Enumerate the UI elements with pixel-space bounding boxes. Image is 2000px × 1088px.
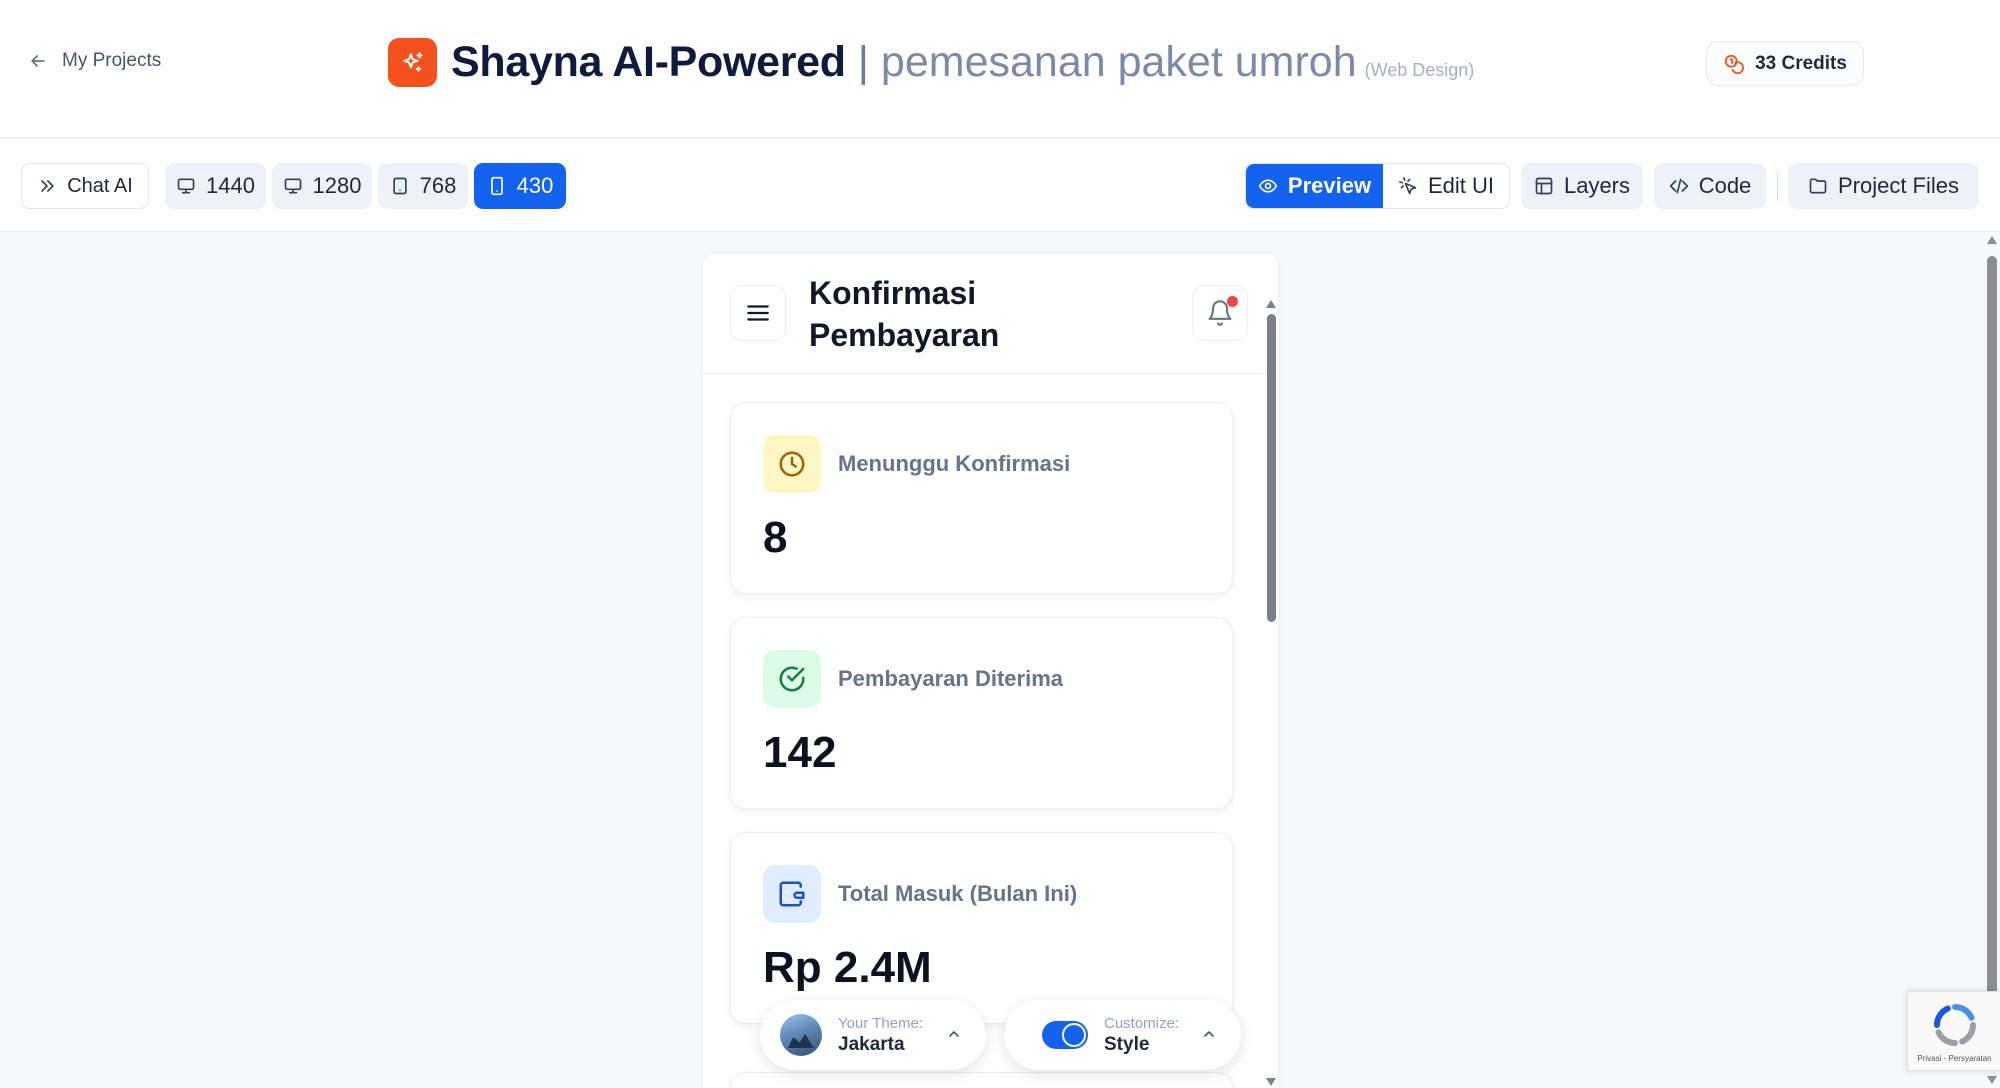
preview-button[interactable]: Preview <box>1246 164 1383 208</box>
theme-picker[interactable]: Your Theme: Jakarta <box>760 1000 986 1070</box>
folder-icon <box>1809 178 1827 194</box>
stat-label: Menunggu Konfirmasi <box>838 451 1071 476</box>
preview-page-title: Konfirmasi Pembayaran <box>809 275 1000 353</box>
app-title: Shayna AI-Powered <box>451 38 846 86</box>
preview-label: Preview <box>1287 173 1372 198</box>
style-picker[interactable]: Customize: Style <box>1004 1000 1241 1070</box>
title-separator: | <box>857 38 869 86</box>
stat-label: Pembayaran Diterima <box>838 666 1063 691</box>
clock-icon <box>763 435 821 493</box>
chevrons-right-icon <box>41 180 54 192</box>
edit-ui-label: Edit UI <box>1427 173 1495 198</box>
stat-value: 142 <box>763 728 837 777</box>
project-files-button[interactable]: Project Files <box>1788 163 1979 209</box>
scroll-up-arrow[interactable] <box>1266 300 1276 308</box>
stat-card-total: Total Masuk (Bulan Ini) Rp 2.4M <box>730 832 1233 1024</box>
notifications-button[interactable] <box>1192 285 1248 341</box>
code-button[interactable]: Code <box>1654 163 1766 209</box>
scroll-up-arrow[interactable] <box>1987 236 1997 244</box>
breakpoint-430-button[interactable]: 430 <box>474 163 566 209</box>
chevron-up-icon <box>1204 1031 1214 1037</box>
recaptcha-icon <box>1934 1004 1976 1046</box>
layers-label: Layers <box>1563 173 1631 198</box>
scroll-down-arrow[interactable] <box>1987 1076 1997 1084</box>
stat-card-partial <box>730 1072 1233 1088</box>
cursor-click-icon <box>1398 177 1417 195</box>
breakpoint-label: 768 <box>419 173 457 198</box>
back-link-label: My Projects <box>62 50 162 71</box>
monitor-icon <box>284 178 301 194</box>
chat-ai-button[interactable]: Chat AI <box>21 163 149 209</box>
project-name: pemesanan paket umroh <box>880 38 1357 86</box>
breakpoint-768-button[interactable]: 768 <box>378 163 468 209</box>
breakpoint-label: 1440 <box>206 173 255 198</box>
credits-badge[interactable]: 33 Credits <box>1706 41 1864 86</box>
scrollbar-thumb[interactable] <box>1987 256 1997 1054</box>
check-circle-icon <box>763 650 821 708</box>
code-icon <box>1669 178 1688 194</box>
chat-ai-label: Chat AI <box>67 174 133 197</box>
theme-value: Jakarta <box>838 1033 905 1055</box>
breakpoint-label: 1280 <box>312 173 362 198</box>
style-toggle-icon <box>1032 1021 1088 1049</box>
chevron-up-icon <box>949 1031 959 1037</box>
theme-caption: Your Theme: <box>838 1014 924 1032</box>
scrollbar-thumb[interactable] <box>1267 314 1276 622</box>
coins-icon <box>1724 54 1745 74</box>
notification-dot <box>1227 296 1238 307</box>
view-mode-toggle: Preview Edit UI <box>1245 163 1510 209</box>
monitor-icon <box>177 178 195 194</box>
style-value: Style <box>1104 1033 1150 1055</box>
wallet-icon <box>763 865 821 923</box>
stat-card-received: Pembayaran Diterima 142 <box>730 617 1233 809</box>
breakpoint-1440-button[interactable]: 1440 <box>165 163 266 209</box>
page-scrollbar[interactable] <box>1984 232 2000 1088</box>
stat-value: 8 <box>763 513 788 562</box>
breakpoint-label: 430 <box>516 173 554 198</box>
project-title: Shayna AI-Powered | pemesanan paket umro… <box>388 38 1474 87</box>
layout-icon <box>1535 177 1553 195</box>
smartphone-icon <box>490 176 503 196</box>
stat-label: Total Masuk (Bulan Ini) <box>838 881 1078 906</box>
layers-button[interactable]: Layers <box>1521 163 1643 209</box>
eye-icon <box>1258 179 1278 193</box>
stat-value: Rp 2.4M <box>763 943 932 992</box>
project-type: (Web Design) <box>1364 60 1475 80</box>
top-header: My Projects Shayna AI-Powered | pemesana… <box>0 0 2000 138</box>
scroll-down-arrow[interactable] <box>1266 1078 1276 1086</box>
toolbar-divider <box>1777 173 1778 201</box>
stat-card-pending: Menunggu Konfirmasi 8 <box>730 402 1233 594</box>
mobile-preview-frame: Konfirmasi Pembayaran Menunggu Konfirmas… <box>703 254 1278 1088</box>
sparkle-logo-icon <box>388 38 437 87</box>
edit-ui-button[interactable]: Edit UI <box>1383 164 1509 208</box>
style-caption: Customize: <box>1104 1014 1180 1032</box>
menu-icon <box>747 305 769 321</box>
hamburger-menu-button[interactable] <box>730 285 786 341</box>
credits-label: 33 Credits <box>1755 52 1847 74</box>
preview-app-header: Konfirmasi Pembayaran <box>703 254 1278 374</box>
theme-thumbnail <box>780 1014 822 1056</box>
arrow-left-icon <box>31 55 45 67</box>
tablet-icon <box>392 177 407 195</box>
code-label: Code <box>1698 173 1752 198</box>
project-files-label: Project Files <box>1837 173 1960 198</box>
breakpoint-1280-button[interactable]: 1280 <box>272 163 372 209</box>
recaptcha-terms: Privasi - Persyaratan <box>1917 1054 1992 1063</box>
back-to-projects-link[interactable]: My Projects <box>28 50 161 72</box>
recaptcha-badge[interactable]: Privasi - Persyaratan <box>1907 991 2000 1071</box>
preview-scrollbar[interactable] <box>1264 300 1278 1088</box>
toolbar: Chat AI 1440 1280 768 430 Preview Edit U… <box>0 139 2000 232</box>
